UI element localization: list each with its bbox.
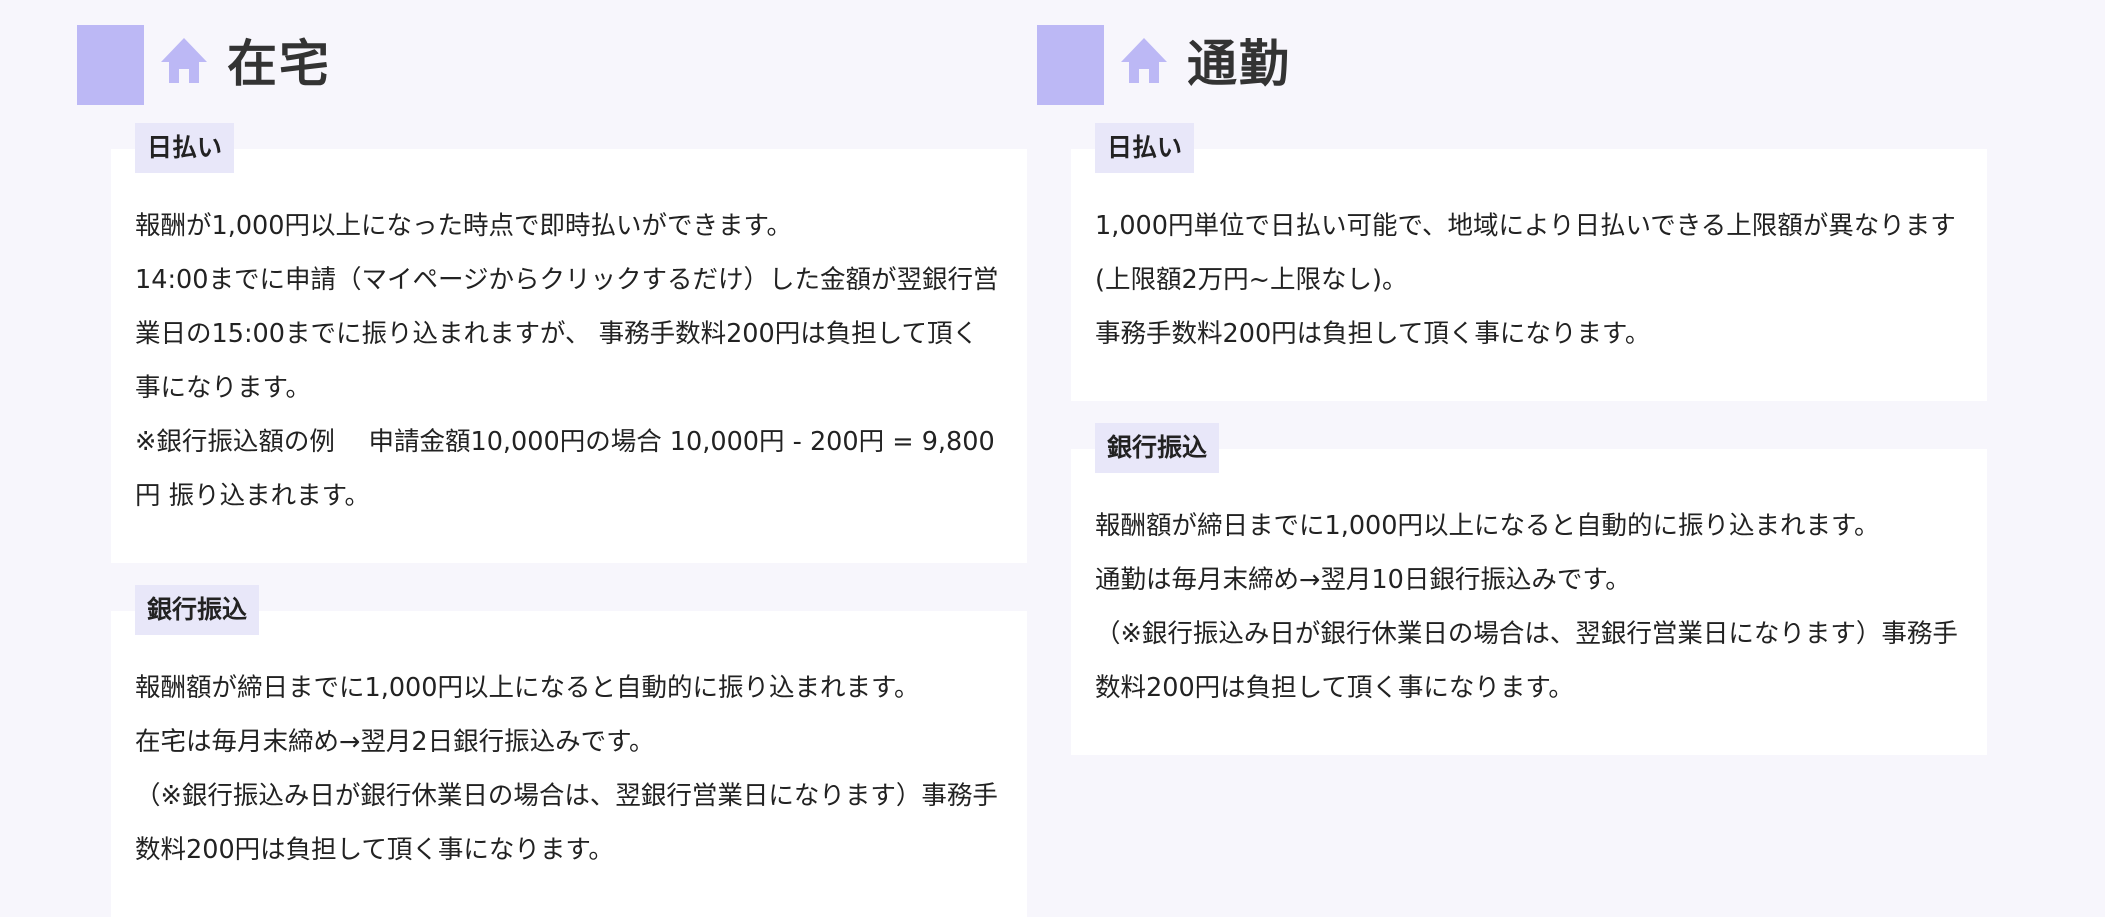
card-paragraph: （※銀行振込み日が銀行休業日の場合は、翌銀行営業日になります）事務手数料200円…	[1095, 619, 1958, 703]
accent-block	[1037, 25, 1104, 105]
card-body: 報酬額が締日までに1,000円以上になると自動的に振り込まれます。 通勤は毎月末…	[1095, 499, 1963, 715]
card-body: 報酬額が締日までに1,000円以上になると自動的に振り込まれます。 在宅は毎月末…	[135, 661, 1003, 877]
payment-card-daily: 日払い 1,000円単位で日払い可能で、地域により日払いできる上限額が異なります…	[1071, 123, 1987, 401]
home-icon	[1119, 35, 1169, 85]
payment-card-bank: 銀行振込 報酬額が締日までに1,000円以上になると自動的に振り込まれます。 在…	[111, 585, 1027, 917]
card-tag: 銀行振込	[135, 585, 260, 635]
card-paragraph: 報酬額が締日までに1,000円以上になると自動的に振り込まれます。	[1095, 511, 1880, 541]
column-header: 在宅	[77, 25, 1107, 105]
card-body: 報酬が1,000円以上になった時点で即時払いができます。 14:00までに申請（…	[135, 199, 1003, 523]
payment-card-daily: 日払い 報酬が1,000円以上になった時点で即時払いができます。 14:00まで…	[111, 123, 1027, 563]
card-tag: 銀行振込	[1095, 423, 1220, 473]
card-paragraph: 通勤は毎月末締め→翌月10日銀行振込みです。	[1095, 565, 1631, 595]
card-tag: 日払い	[1095, 123, 1195, 173]
accent-block	[77, 25, 144, 105]
card-paragraph: 事務手数料200円は負担して頂く事になります。	[1095, 319, 1651, 349]
card-paragraph: 報酬が1,000円以上になった時点で即時払いができます。	[135, 211, 792, 241]
payment-card-bank: 銀行振込 報酬額が締日までに1,000円以上になると自動的に振り込まれます。 通…	[1071, 423, 1987, 755]
column-zaitaku: 在宅 日払い 報酬が1,000円以上になった時点で即時払いができます。 14:0…	[77, 25, 1107, 917]
card-paragraph: （※銀行振込み日が銀行休業日の場合は、翌銀行営業日になります）事務手数料200円…	[135, 781, 998, 865]
card-paragraph: ※銀行振込額の例 申請金額10,000円の場合 10,000円 - 200円 =…	[135, 427, 995, 511]
home-icon	[159, 35, 209, 85]
card-paragraph: 報酬額が締日までに1,000円以上になると自動的に振り込まれます。	[135, 673, 920, 703]
card-paragraph: 在宅は毎月末締め→翌月2日銀行振込みです。	[135, 727, 655, 757]
column-title: 在宅	[227, 35, 331, 93]
card-tag: 日払い	[135, 123, 235, 173]
card-paragraph: 14:00までに申請（マイページからクリックするだけ）した金額が翌銀行営業日の1…	[135, 265, 999, 403]
column-header: 通勤	[1037, 25, 2067, 105]
column-tsukin: 通勤 日払い 1,000円単位で日払い可能で、地域により日払いできる上限額が異な…	[1037, 25, 2067, 755]
card-paragraph: 1,000円単位で日払い可能で、地域により日払いできる上限額が異なります(上限額…	[1095, 211, 1956, 295]
column-title: 通勤	[1187, 35, 1291, 93]
card-body: 1,000円単位で日払い可能で、地域により日払いできる上限額が異なります(上限額…	[1095, 199, 1963, 361]
